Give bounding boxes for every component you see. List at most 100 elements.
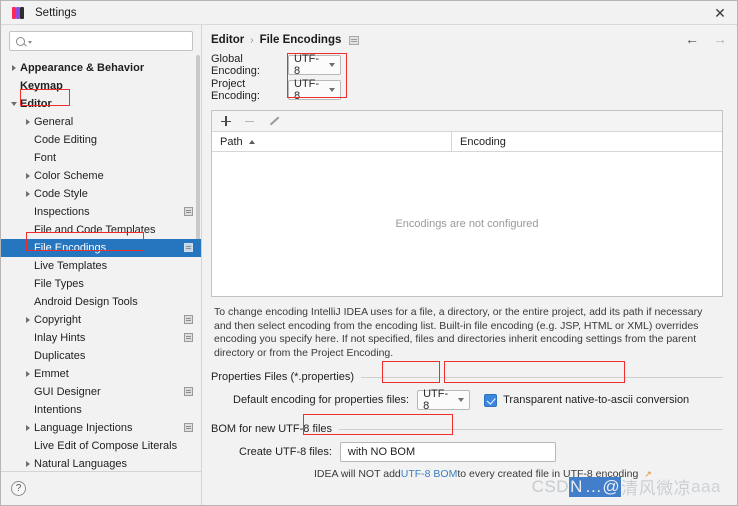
- sidebar-item-code-editing[interactable]: Code Editing: [1, 131, 201, 149]
- twisty-placeholder: [21, 383, 34, 401]
- sidebar-item-label: Live Edit of Compose Literals: [34, 440, 178, 452]
- search-icon: [15, 35, 27, 47]
- chevron-right-icon[interactable]: [7, 59, 20, 77]
- chevron-down-icon: [329, 62, 335, 67]
- sidebar-item-font[interactable]: Font: [1, 149, 201, 167]
- project-encoding-row: Project Encoding: UTF-8: [211, 77, 737, 102]
- sidebar-item-inspections[interactable]: Inspections: [1, 203, 201, 221]
- bom-hint-link[interactable]: UTF-8 BOM: [401, 468, 458, 480]
- sidebar-item-keymap[interactable]: Keymap: [1, 77, 201, 95]
- settings-tree[interactable]: Appearance & Behavior Keymap Editor General…: [1, 55, 201, 471]
- close-icon[interactable]: ✕: [711, 4, 729, 22]
- twisty-placeholder: [21, 293, 34, 311]
- twisty-placeholder: [21, 401, 34, 419]
- add-icon[interactable]: [219, 115, 232, 128]
- sidebar-item-gui-designer[interactable]: GUI Designer: [1, 383, 201, 401]
- chevron-right-icon[interactable]: [21, 185, 34, 203]
- column-header-path[interactable]: Path: [212, 132, 452, 151]
- search-input[interactable]: [32, 34, 187, 48]
- global-encoding-row: Global Encoding: UTF-8: [211, 52, 737, 77]
- chevron-right-icon[interactable]: [21, 419, 34, 437]
- default-properties-encoding-value: UTF-8: [423, 388, 449, 412]
- twisty-placeholder: [21, 239, 34, 257]
- sidebar-item-label: Editor: [20, 98, 52, 110]
- twisty-placeholder: [21, 257, 34, 275]
- window-title: Settings: [35, 6, 77, 19]
- sidebar-item-color-scheme[interactable]: Color Scheme: [1, 167, 201, 185]
- remove-icon[interactable]: [243, 115, 256, 128]
- sidebar-item-label: File and Code Templates: [34, 224, 156, 236]
- properties-group-title: Properties Files (*.properties): [211, 371, 355, 383]
- sidebar-item-label: Appearance & Behavior: [20, 62, 145, 74]
- sidebar-item-label: Inlay Hints: [34, 332, 86, 344]
- external-link-icon[interactable]: ↗: [644, 469, 652, 480]
- global-encoding-label: Global Encoding:: [211, 52, 260, 77]
- settings-sidebar: Appearance & Behavior Keymap Editor General…: [1, 25, 202, 505]
- project-encoding-label: Project Encoding:: [211, 77, 260, 102]
- project-encoding-dropdown[interactable]: UTF-8: [288, 78, 341, 102]
- help-button[interactable]: ?: [11, 481, 26, 496]
- column-header-encoding[interactable]: Encoding: [452, 132, 722, 151]
- sidebar-item-live-edit-of-compose-literals[interactable]: Live Edit of Compose Literals: [1, 437, 201, 455]
- default-properties-encoding-dropdown[interactable]: UTF-8: [417, 388, 471, 412]
- sidebar-item-editor[interactable]: Editor: [1, 95, 201, 113]
- search-box[interactable]: [9, 31, 193, 51]
- sidebar-item-emmet[interactable]: Emmet: [1, 365, 201, 383]
- settings-sync-badge-icon: [184, 243, 193, 252]
- bom-group-title: BOM for new UTF-8 files: [211, 423, 333, 435]
- sidebar-item-live-templates[interactable]: Live Templates: [1, 257, 201, 275]
- encodings-table: Path Encoding Encodings are not configur…: [211, 110, 723, 297]
- sort-ascending-icon: [248, 139, 255, 144]
- sidebar-item-copyright[interactable]: Copyright: [1, 311, 201, 329]
- chevron-right-icon[interactable]: [21, 365, 34, 383]
- encoding-fields: Global Encoding: UTF-8 Project Encoding:…: [202, 46, 737, 104]
- sidebar-item-natural-languages[interactable]: Natural Languages: [1, 455, 201, 471]
- back-arrow-icon[interactable]: ←: [685, 32, 699, 46]
- sidebar-item-duplicates[interactable]: Duplicates: [1, 347, 201, 365]
- sidebar-item-label: Android Design Tools: [34, 296, 138, 308]
- sidebar-item-general[interactable]: General: [1, 113, 201, 131]
- native-to-ascii-checkbox-row[interactable]: Transparent native-to-ascii conversion: [484, 393, 690, 407]
- sidebar-item-label: Font: [34, 152, 57, 164]
- twisty-placeholder: [21, 347, 34, 365]
- sidebar-item-label: Natural Languages: [34, 458, 127, 470]
- sidebar-item-code-style[interactable]: Code Style: [1, 185, 201, 203]
- divider: [339, 428, 723, 430]
- settings-sync-badge-icon: [184, 423, 193, 432]
- chevron-down-icon[interactable]: [7, 95, 20, 113]
- edit-icon[interactable]: [267, 115, 280, 128]
- sidebar-item-appearance-behavior[interactable]: Appearance & Behavior: [1, 59, 201, 77]
- sidebar-item-file-types[interactable]: File Types: [1, 275, 201, 293]
- settings-sync-badge-icon: [184, 387, 193, 396]
- breadcrumb-parent[interactable]: Editor: [211, 34, 244, 46]
- twisty-placeholder: [21, 329, 34, 347]
- global-encoding-dropdown[interactable]: UTF-8: [288, 53, 341, 77]
- create-utf8-files-dropdown[interactable]: with NO BOM: [339, 442, 556, 462]
- breadcrumb-current: File Encodings: [259, 34, 342, 46]
- bom-group-body: Create UTF-8 files: with NO BOM: [211, 435, 723, 462]
- chevron-right-icon[interactable]: [21, 455, 34, 471]
- sidebar-item-file-and-code-templates[interactable]: File and Code Templates: [1, 221, 201, 239]
- forward-arrow-icon[interactable]: →: [713, 32, 727, 46]
- sidebar-item-intentions[interactable]: Intentions: [1, 401, 201, 419]
- sidebar-item-language-injections[interactable]: Language Injections: [1, 419, 201, 437]
- settings-sync-icon[interactable]: [349, 35, 360, 45]
- properties-group-body: Default encoding for properties files: U…: [211, 383, 723, 412]
- chevron-right-icon[interactable]: [21, 311, 34, 329]
- twisty-placeholder: [21, 275, 34, 293]
- sidebar-item-label: Code Style: [34, 188, 88, 200]
- sidebar-item-android-design-tools[interactable]: Android Design Tools: [1, 293, 201, 311]
- sidebar-item-label: Keymap: [20, 80, 63, 92]
- sidebar-item-file-encodings[interactable]: File Encodings: [1, 239, 201, 257]
- sidebar-item-label: GUI Designer: [34, 386, 101, 398]
- chevron-down-icon: [458, 398, 465, 402]
- sidebar-item-label: Duplicates: [34, 350, 86, 362]
- chevron-right-icon[interactable]: [21, 167, 34, 185]
- native-to-ascii-checkbox[interactable]: [484, 393, 498, 407]
- native-to-ascii-label: Transparent native-to-ascii conversion: [503, 394, 690, 406]
- sidebar-item-label: Code Editing: [34, 134, 97, 146]
- sidebar-item-inlay-hints[interactable]: Inlay Hints: [1, 329, 201, 347]
- encodings-description: To change encoding IntelliJ IDEA uses fo…: [214, 306, 703, 359]
- bom-hint-suffix: to every created file in UTF-8 encoding: [457, 468, 639, 480]
- chevron-right-icon[interactable]: [21, 113, 34, 131]
